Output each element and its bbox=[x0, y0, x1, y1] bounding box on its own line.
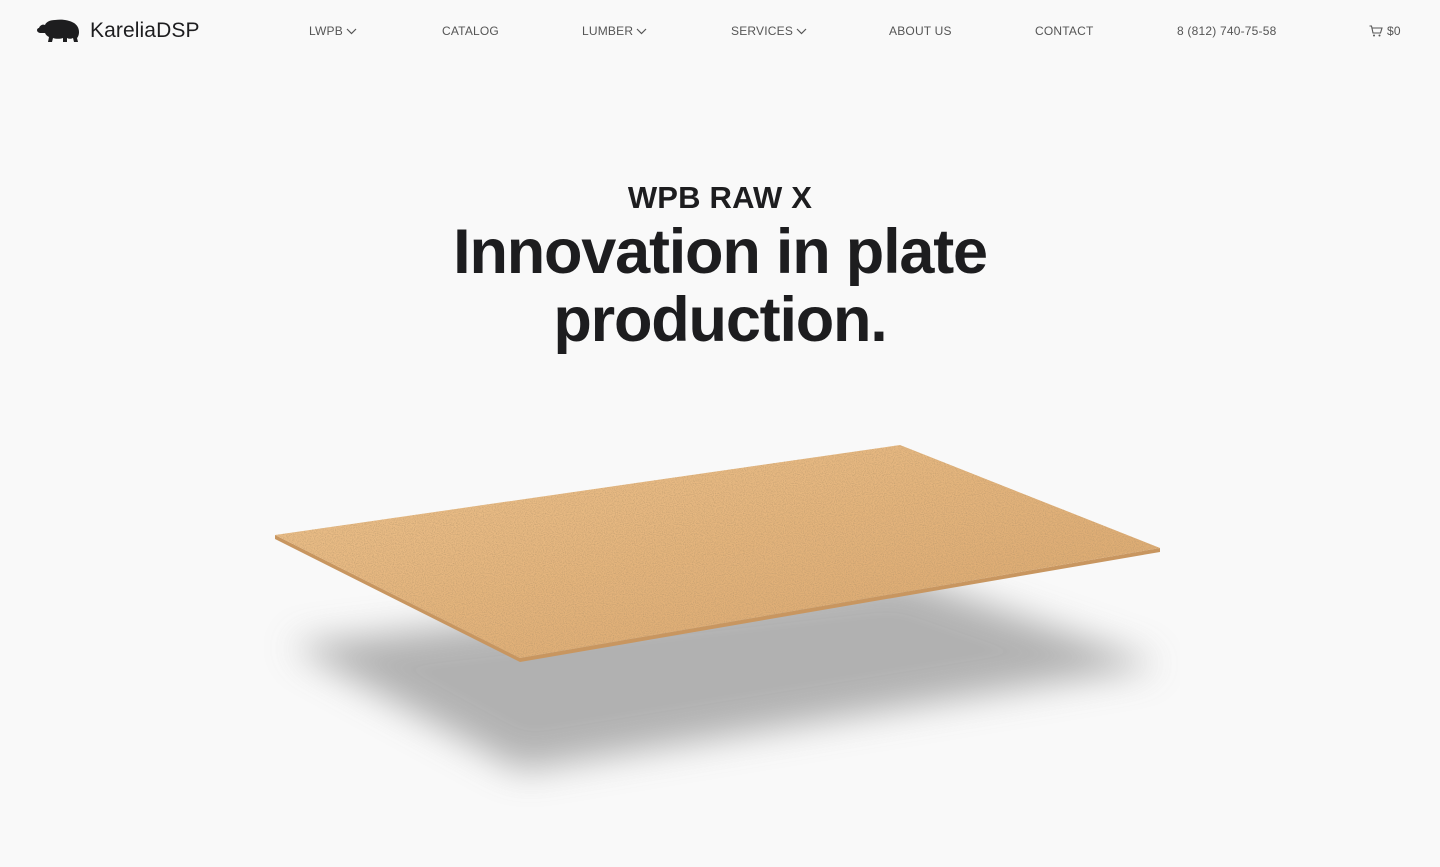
product-name: WPB RAW X bbox=[627, 180, 813, 215]
nav-item-services[interactable]: SERVICES bbox=[731, 24, 807, 38]
cart-total: $0 bbox=[1387, 24, 1401, 38]
particle-board-image bbox=[275, 445, 1160, 770]
chevron-down-icon bbox=[346, 28, 357, 34]
hero-headline: Innovation in plate production. bbox=[0, 218, 1440, 354]
chevron-down-icon bbox=[636, 28, 647, 34]
nav-item-lumber[interactable]: LUMBER bbox=[582, 24, 647, 38]
nav-item-about-us[interactable]: ABOUT US bbox=[889, 24, 952, 38]
brand-logo[interactable]: KareliaDSP bbox=[36, 18, 200, 44]
nav-item-label: CONTACT bbox=[1035, 24, 1094, 38]
brand-name: KareliaDSP bbox=[90, 19, 200, 42]
hero-headline-line-2: production. bbox=[553, 285, 887, 355]
nav-item-label: LWPB bbox=[309, 24, 343, 38]
chevron-down-icon bbox=[796, 28, 807, 34]
cart-button[interactable]: $0 bbox=[1369, 24, 1401, 38]
nav-item-label: LUMBER bbox=[582, 24, 634, 38]
nav-item-catalog[interactable]: CATALOG bbox=[442, 24, 499, 38]
bear-icon bbox=[36, 18, 80, 44]
phone-number: 8 (812) 740-75-58 bbox=[1177, 24, 1277, 38]
nav-item-lwpb[interactable]: LWPB bbox=[309, 24, 357, 38]
nav-item-label: ABOUT US bbox=[889, 24, 952, 38]
nav-item-contact[interactable]: CONTACT bbox=[1035, 24, 1094, 38]
hero-headline-line-1: Innovation in plate bbox=[453, 217, 988, 287]
nav-item-label: SERVICES bbox=[731, 24, 794, 38]
cart-icon bbox=[1369, 25, 1383, 37]
nav-item-label: CATALOG bbox=[442, 24, 499, 38]
phone-link[interactable]: 8 (812) 740-75-58 bbox=[1177, 24, 1276, 38]
site-header: KareliaDSP LWPB CATALOG LUMBER SERVICES … bbox=[0, 0, 1440, 64]
